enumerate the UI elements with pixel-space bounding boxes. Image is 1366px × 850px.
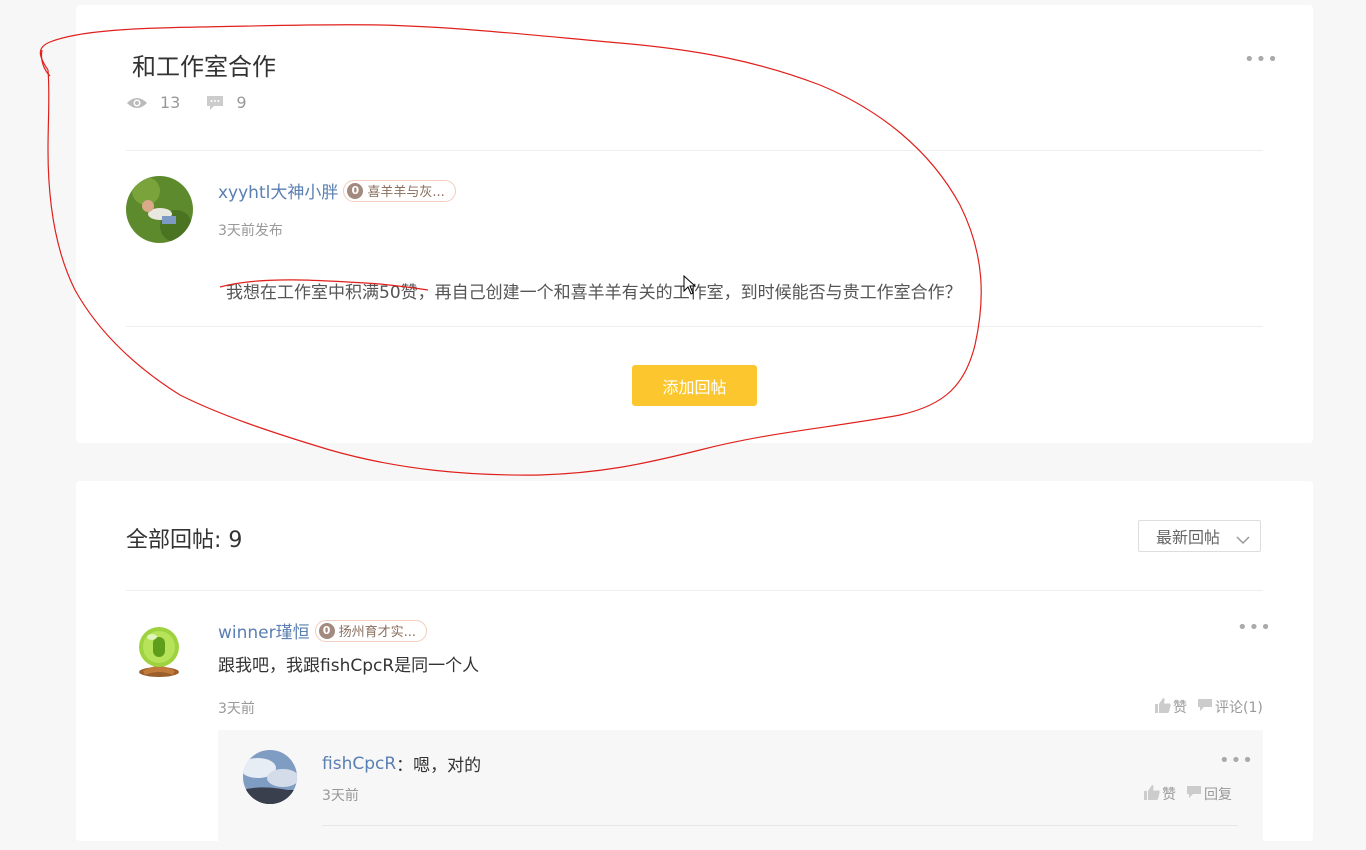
like-label: 赞 [1162, 787, 1176, 803]
comment-icon [1186, 785, 1204, 803]
thumbs-up-icon [1155, 697, 1173, 717]
sub-reply-box: fishCpcR ：嗯，对的 ••• 3天前 赞 回复 [218, 730, 1263, 850]
divider [322, 825, 1238, 826]
badge-level: 0 [318, 622, 335, 639]
reply-text: 跟我吧，我跟fishCpcR是同一个人 [218, 656, 480, 676]
post-card: 和工作室合作 ••• 13 9 xyyhtl大神小胖 0 喜羊羊与灰... 3天… [76, 5, 1313, 443]
sort-label: 最新回帖 [1156, 528, 1221, 547]
comment-count: 9 [236, 93, 247, 112]
add-reply-button[interactable]: 添加回帖 [632, 365, 757, 406]
reply-label: 回复 [1204, 787, 1232, 803]
reply-more-icon[interactable]: ••• [1237, 617, 1272, 638]
comment-label: 评论(1) [1215, 700, 1263, 716]
like-label: 赞 [1173, 700, 1187, 716]
comment-icon [1197, 698, 1215, 716]
sub-reply-button[interactable]: 回复 [1186, 784, 1232, 804]
post-stats: 13 9 [126, 93, 273, 112]
comment-button[interactable]: 评论(1) [1197, 697, 1263, 717]
badge-text: 扬州育才实... [338, 625, 417, 640]
reply-author-badge[interactable]: 0 扬州育才实... [314, 619, 428, 642]
sort-select[interactable]: 最新回帖 [1138, 520, 1261, 552]
badge-text: 喜羊羊与灰... [367, 185, 445, 200]
sub-like-button[interactable]: 赞 [1144, 784, 1176, 804]
author-badge[interactable]: 0 喜羊羊与灰... [343, 179, 456, 202]
post-title: 和工作室合作 [132, 53, 276, 81]
badge-level: 0 [347, 182, 364, 199]
mouse-cursor-icon [683, 274, 697, 299]
divider [126, 590, 1263, 591]
chevron-down-icon [1236, 530, 1250, 549]
sub-reply-actions: 赞 回复 [1134, 784, 1232, 804]
post-body: 我想在工作室中积满50赞，再自己创建一个和喜羊羊有关的工作室，到时候能否与贵工作… [226, 283, 962, 303]
sub-reply-author[interactable]: fishCpcR [322, 754, 396, 774]
sub-reply-text: ：嗯，对的 [396, 756, 482, 776]
like-button[interactable]: 赞 [1155, 697, 1187, 717]
reply-avatar[interactable] [134, 621, 184, 679]
author-name[interactable]: xyyhtl大神小胖 [218, 178, 338, 203]
sub-reply-more-icon[interactable]: ••• [1219, 750, 1254, 771]
replies-card: 全部回帖: 9 最新回帖 winner瑾恒 0 扬州育才实... ••• 跟我吧… [76, 481, 1313, 850]
sub-reply-time: 3天前 [322, 788, 359, 804]
view-count: 13 [160, 93, 181, 112]
divider [126, 150, 1263, 151]
divider [126, 326, 1263, 327]
comment-icon [206, 95, 224, 111]
author-avatar[interactable] [126, 176, 193, 243]
post-time: 3天前发布 [218, 223, 283, 239]
post-more-icon[interactable]: ••• [1244, 49, 1279, 70]
eye-icon [126, 96, 148, 110]
sub-reply-avatar[interactable] [243, 750, 297, 804]
reply-time: 3天前 [218, 701, 255, 717]
replies-header: 全部回帖: 9 [126, 528, 243, 553]
reply-author[interactable]: winner瑾恒 [218, 618, 310, 643]
reply-actions: 赞 评论(1) [1145, 697, 1263, 717]
thumbs-up-icon [1144, 784, 1162, 804]
